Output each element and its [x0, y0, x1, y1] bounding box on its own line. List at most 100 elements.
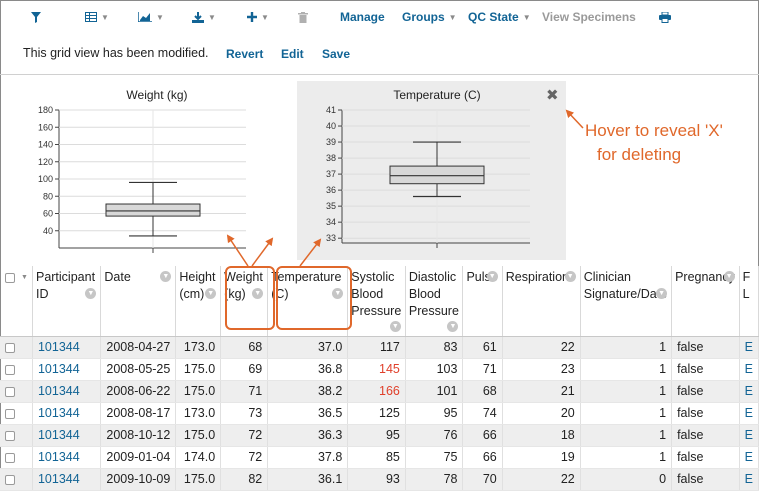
- cell-temp: 36.8: [267, 358, 349, 381]
- cell-participant[interactable]: 101344: [32, 336, 102, 359]
- cell-weight: 82: [220, 468, 269, 491]
- column-menu-icon[interactable]: ▼: [656, 288, 668, 299]
- filter-button[interactable]: [31, 10, 41, 24]
- column-header[interactable]: Clinician Signature/Date ▼: [580, 266, 673, 337]
- column-header[interactable]: Date ▼: [100, 266, 177, 337]
- row-select-cell[interactable]: [0, 358, 33, 381]
- table-row[interactable]: 101344 2009-01-04 174.0 72 37.8 85 75 66 19 1 fals…: [0, 446, 759, 469]
- row-select-cell[interactable]: [0, 380, 33, 403]
- qc-state-button[interactable]: QC State ▼: [468, 10, 531, 24]
- select-all-checkbox[interactable]: [5, 272, 15, 283]
- y-tick-label: 100: [38, 174, 53, 184]
- groups-button[interactable]: Groups ▼: [402, 10, 457, 24]
- save-link[interactable]: Save: [322, 47, 350, 61]
- table-row[interactable]: 101344 2009-10-09 175.0 82 36.1 93 78 70 22 0 fals…: [0, 468, 759, 491]
- print-icon: [659, 11, 671, 23]
- annotation-line: Hover to reveal 'X': [585, 121, 723, 140]
- grid-views-button[interactable]: ▼: [85, 10, 109, 24]
- table-row[interactable]: 101344 2008-08-17 173.0 73 36.5 125 95 74 20 1 fal…: [0, 402, 759, 425]
- chart-icon: [138, 12, 152, 22]
- manage-label: Manage: [340, 10, 385, 24]
- weight-plot-svg: 180 160 140 120 100 80 60 40: [38, 105, 246, 253]
- column-menu-icon[interactable]: ▼: [723, 271, 735, 282]
- table-row[interactable]: 101344 2008-06-22 175.0 71 38.2 166 101 68 21 1 fa…: [0, 380, 759, 403]
- cell-pregnancy: false: [671, 336, 740, 359]
- cell-participant[interactable]: 101344: [32, 446, 102, 469]
- column-menu-icon[interactable]: ▼: [486, 271, 498, 282]
- cell-extra[interactable]: E: [739, 402, 759, 425]
- row-checkbox[interactable]: [5, 364, 15, 375]
- column-header[interactable]: Pregnancy ▼: [671, 266, 740, 337]
- column-header-label: Systolic: [351, 270, 395, 284]
- chevron-down-icon: ▼: [448, 12, 457, 22]
- row-select-cell[interactable]: [0, 446, 33, 469]
- cell-participant[interactable]: 101344: [32, 358, 102, 381]
- cell-date: 2008-08-17: [100, 402, 177, 425]
- cell-temp: 38.2: [267, 380, 349, 403]
- cell-extra[interactable]: E: [739, 380, 759, 403]
- annotation-line: for deleting: [597, 145, 682, 164]
- cell-date: 2008-05-25: [100, 358, 177, 381]
- column-header[interactable]: Participant ID ▼: [32, 266, 102, 337]
- y-tick-label: 38: [326, 153, 336, 163]
- row-select-cell[interactable]: [0, 336, 33, 359]
- column-header[interactable]: FL: [739, 266, 759, 337]
- column-header-label: Pressure: [408, 304, 459, 318]
- charts-button[interactable]: ▼: [138, 10, 164, 24]
- cell-participant[interactable]: 101344: [32, 424, 102, 447]
- view-specimens-button[interactable]: View Specimens: [542, 10, 636, 24]
- column-header[interactable]: Pulse ▼: [462, 266, 503, 337]
- column-header-label: Pressure: [351, 304, 402, 318]
- row-checkbox[interactable]: [5, 430, 15, 441]
- row-checkbox[interactable]: [5, 408, 15, 419]
- column-menu-icon[interactable]: ▼: [564, 271, 576, 282]
- cell-extra[interactable]: E: [739, 336, 759, 359]
- insert-button[interactable]: ▼: [247, 10, 269, 24]
- delete-button[interactable]: [298, 10, 308, 24]
- cell-participant[interactable]: 101344: [32, 468, 102, 491]
- chevron-down-icon[interactable]: ▼: [21, 274, 28, 281]
- row-checkbox[interactable]: [5, 452, 15, 463]
- cell-pulse: 61: [462, 336, 503, 359]
- table-row[interactable]: 101344 2008-10-12 175.0 72 36.3 95 76 66 18 1 fals…: [0, 424, 759, 447]
- row-checkbox[interactable]: [5, 474, 15, 485]
- manage-button[interactable]: Manage: [340, 10, 385, 24]
- y-tick-label: 140: [38, 140, 53, 150]
- cell-clinician: 0: [580, 468, 673, 491]
- edit-link[interactable]: Edit: [281, 47, 304, 61]
- temperature-box-plot[interactable]: Temperature (C) ✖ 41 40 39 38 37 36 35 34 33: [297, 81, 566, 260]
- cell-resp: 22: [502, 468, 581, 491]
- cell-extra[interactable]: E: [739, 446, 759, 469]
- column-header[interactable]: Diastolic Blood Pressure ▼: [405, 266, 464, 337]
- grid-icon: [85, 12, 97, 22]
- cell-extra[interactable]: E: [739, 358, 759, 381]
- select-all-header[interactable]: ▼: [0, 266, 33, 337]
- column-menu-icon[interactable]: ▼: [447, 321, 459, 332]
- y-tick-label: 40: [326, 121, 336, 131]
- row-select-cell[interactable]: [0, 402, 33, 425]
- column-menu-icon[interactable]: ▼: [389, 321, 401, 332]
- cell-participant[interactable]: 101344: [32, 380, 102, 403]
- cell-systolic: 95: [347, 424, 406, 447]
- row-checkbox[interactable]: [5, 386, 15, 397]
- table-row[interactable]: 101344 2008-04-27 173.0 68 37.0 117 83 61 22 1 fal…: [0, 336, 759, 359]
- cell-weight: 68: [220, 336, 269, 359]
- cell-participant[interactable]: 101344: [32, 402, 102, 425]
- column-header[interactable]: Systolic Blood Pressure ▼: [347, 266, 406, 337]
- column-header[interactable]: Height (cm) ▼: [175, 266, 222, 337]
- table-row[interactable]: 101344 2008-05-25 175.0 69 36.8 145 103 71 23 1 fa…: [0, 358, 759, 381]
- cell-pulse: 70: [462, 468, 503, 491]
- y-tick-label: 60: [43, 209, 53, 219]
- export-button[interactable]: ▼: [192, 10, 216, 24]
- modified-message: This grid view has been modified.: [23, 46, 209, 60]
- cell-extra[interactable]: E: [739, 424, 759, 447]
- y-tick-label: 34: [326, 217, 336, 227]
- column-header[interactable]: Respirations ▼: [502, 266, 581, 337]
- hover-annotation: Hover to reveal 'X' for deleting: [585, 119, 755, 167]
- revert-link[interactable]: Revert: [226, 47, 263, 61]
- row-checkbox[interactable]: [5, 342, 15, 353]
- row-select-cell[interactable]: [0, 424, 33, 447]
- print-button[interactable]: [659, 10, 671, 24]
- row-select-cell[interactable]: [0, 468, 33, 491]
- cell-extra[interactable]: E: [739, 468, 759, 491]
